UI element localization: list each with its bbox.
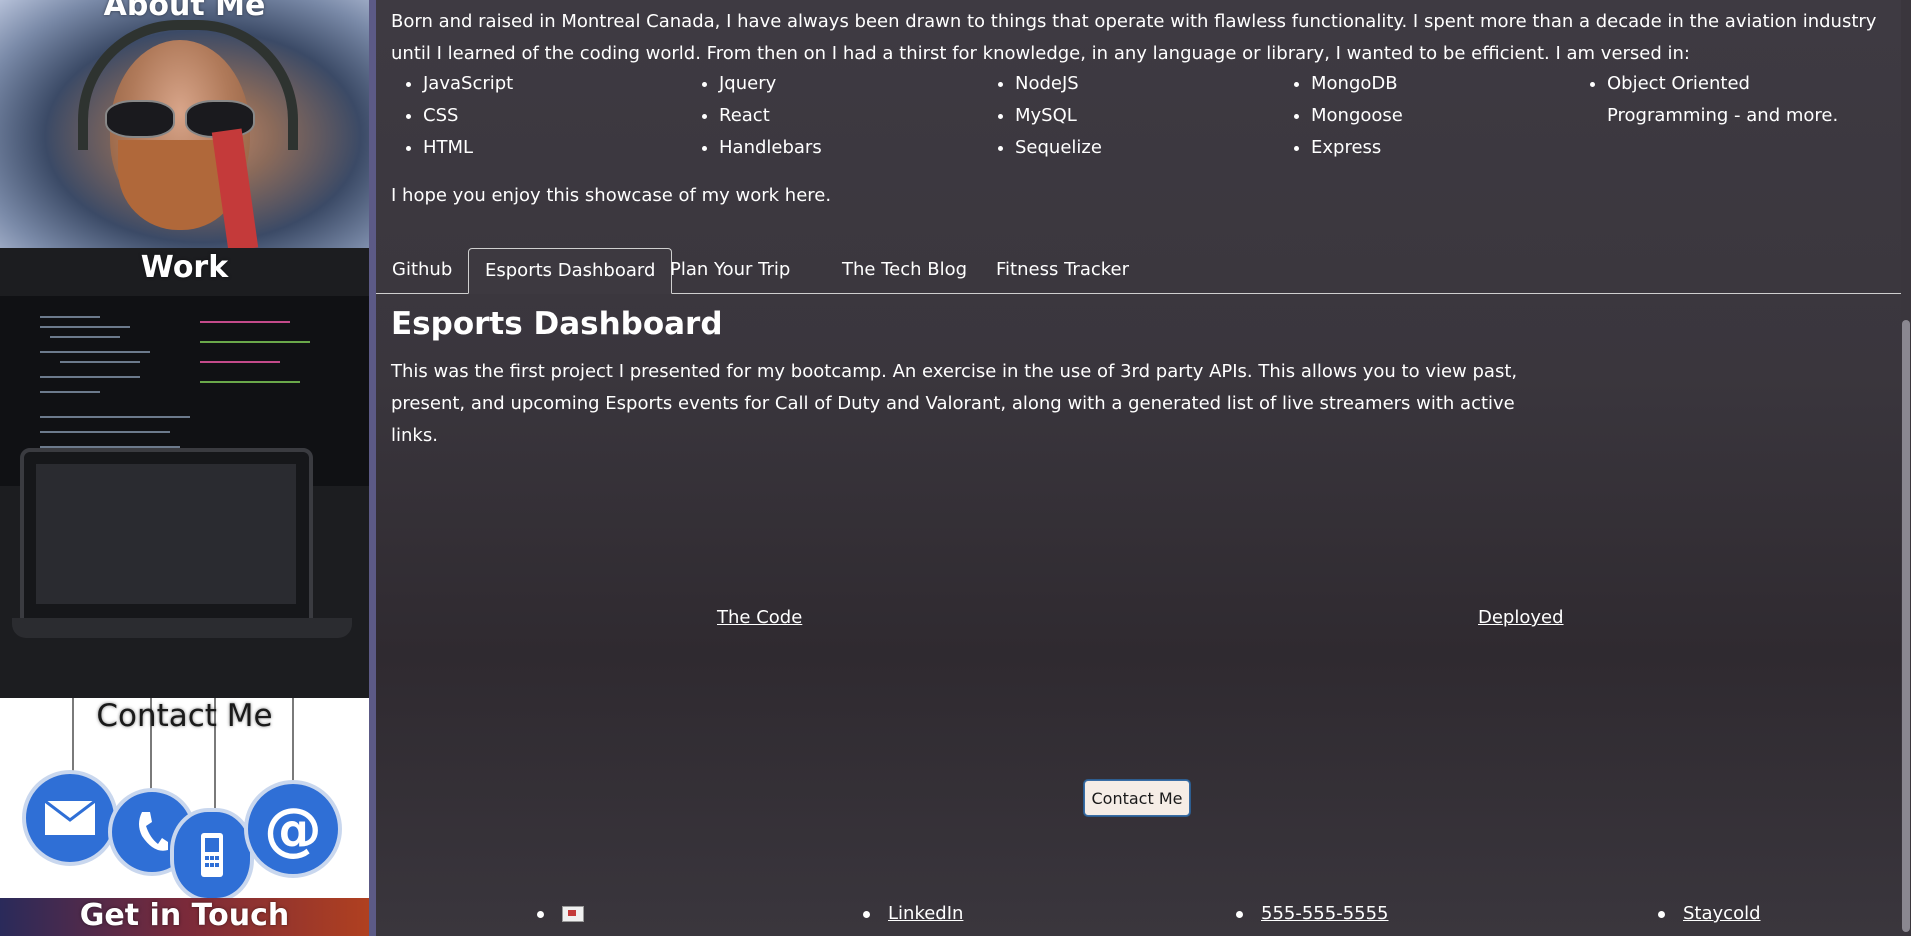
skills-column: MongoDB Mongoose Express — [1279, 68, 1569, 164]
skills-column: JavaScript CSS HTML — [391, 68, 681, 164]
skills-column: Jquery React Handlebars — [687, 68, 977, 164]
sunglasses-detail — [105, 100, 255, 138]
get-in-touch-card[interactable]: Get in Touch — [0, 898, 369, 936]
about-me-card[interactable]: About Me — [0, 0, 369, 248]
laptop-base — [12, 618, 352, 638]
tab-github[interactable]: Github — [376, 248, 468, 292]
project-tabs: Github Esports Dashboard Plan Your Trip … — [376, 248, 1911, 294]
tab-the-tech-blog[interactable]: The Tech Blog — [826, 248, 983, 292]
sidebar: About Me Work Contact Me @ Get in Touch — [0, 0, 369, 936]
skill-item: HTML — [423, 132, 681, 164]
bullet — [863, 910, 870, 918]
main-content: Born and raised in Montreal Canada, I ha… — [376, 0, 1911, 936]
skill-item: React — [719, 100, 977, 132]
project-title: Esports Dashboard — [391, 306, 723, 342]
scrollbar-thumb[interactable] — [1902, 320, 1910, 932]
phone-link[interactable]: 555-555-5555 — [1261, 903, 1389, 924]
tab-plan-your-trip[interactable]: Plan Your Trip — [654, 248, 806, 292]
bullet — [537, 910, 544, 918]
deployed-link[interactable]: Deployed — [1478, 607, 1564, 628]
tab-esports-dashboard[interactable]: Esports Dashboard — [468, 248, 673, 294]
skill-item: MySQL — [1015, 100, 1273, 132]
bullet — [1658, 910, 1665, 918]
code-link[interactable]: The Code — [717, 607, 802, 628]
skill-item: MongoDB — [1311, 68, 1569, 100]
skill-item: Sequelize — [1015, 132, 1273, 164]
about-me-title[interactable]: About Me — [0, 0, 369, 23]
skill-item: Object Oriented Programming - and more. — [1607, 68, 1865, 132]
skill-item: Handlebars — [719, 132, 977, 164]
footer-staycold-item: Staycold — [1658, 899, 1761, 929]
project-description: This was the first project I presented f… — [391, 361, 1518, 446]
skills-column: NodeJS MySQL Sequelize — [983, 68, 1273, 164]
staycold-link[interactable]: Staycold — [1683, 903, 1761, 924]
skill-item: JavaScript — [423, 68, 681, 100]
skill-item: Mongoose — [1311, 100, 1569, 132]
bullet — [1236, 910, 1243, 918]
skill-item: CSS — [423, 100, 681, 132]
skill-item: NodeJS — [1015, 68, 1273, 100]
page-scrollbar[interactable] — [1901, 0, 1911, 936]
email-icon[interactable] — [562, 906, 584, 922]
closing-text: I hope you enjoy this showcase of my wor… — [391, 185, 832, 206]
get-in-touch-title[interactable]: Get in Touch — [0, 898, 369, 933]
linkedin-link[interactable]: LinkedIn — [888, 903, 963, 924]
contact-me-title[interactable]: Contact Me — [0, 698, 369, 734]
skills-column: Object Oriented Programming - and more. — [1575, 68, 1865, 132]
tab-fitness-tracker[interactable]: Fitness Tracker — [980, 248, 1145, 292]
footer-email-item — [537, 899, 584, 929]
footer-links: LinkedIn 555-555-5555 Staycold — [376, 899, 1911, 929]
intro-text: Born and raised in Montreal Canada, I ha… — [391, 11, 1877, 64]
work-title[interactable]: Work — [0, 250, 369, 285]
footer-linkedin-item: LinkedIn — [863, 899, 963, 929]
envelope-icon — [22, 770, 118, 866]
skill-item: Express — [1311, 132, 1569, 164]
at-sign-icon: @ — [244, 780, 342, 878]
skill-item: Jquery — [719, 68, 977, 100]
contact-me-card[interactable]: Contact Me @ — [0, 698, 369, 898]
footer-phone-item: 555-555-5555 — [1236, 899, 1389, 929]
work-card[interactable]: Work — [0, 248, 369, 698]
contact-me-button[interactable]: Contact Me — [1084, 780, 1190, 816]
sidebar-divider — [369, 0, 376, 936]
laptop-image — [20, 448, 313, 626]
mobile-icon — [170, 808, 254, 898]
